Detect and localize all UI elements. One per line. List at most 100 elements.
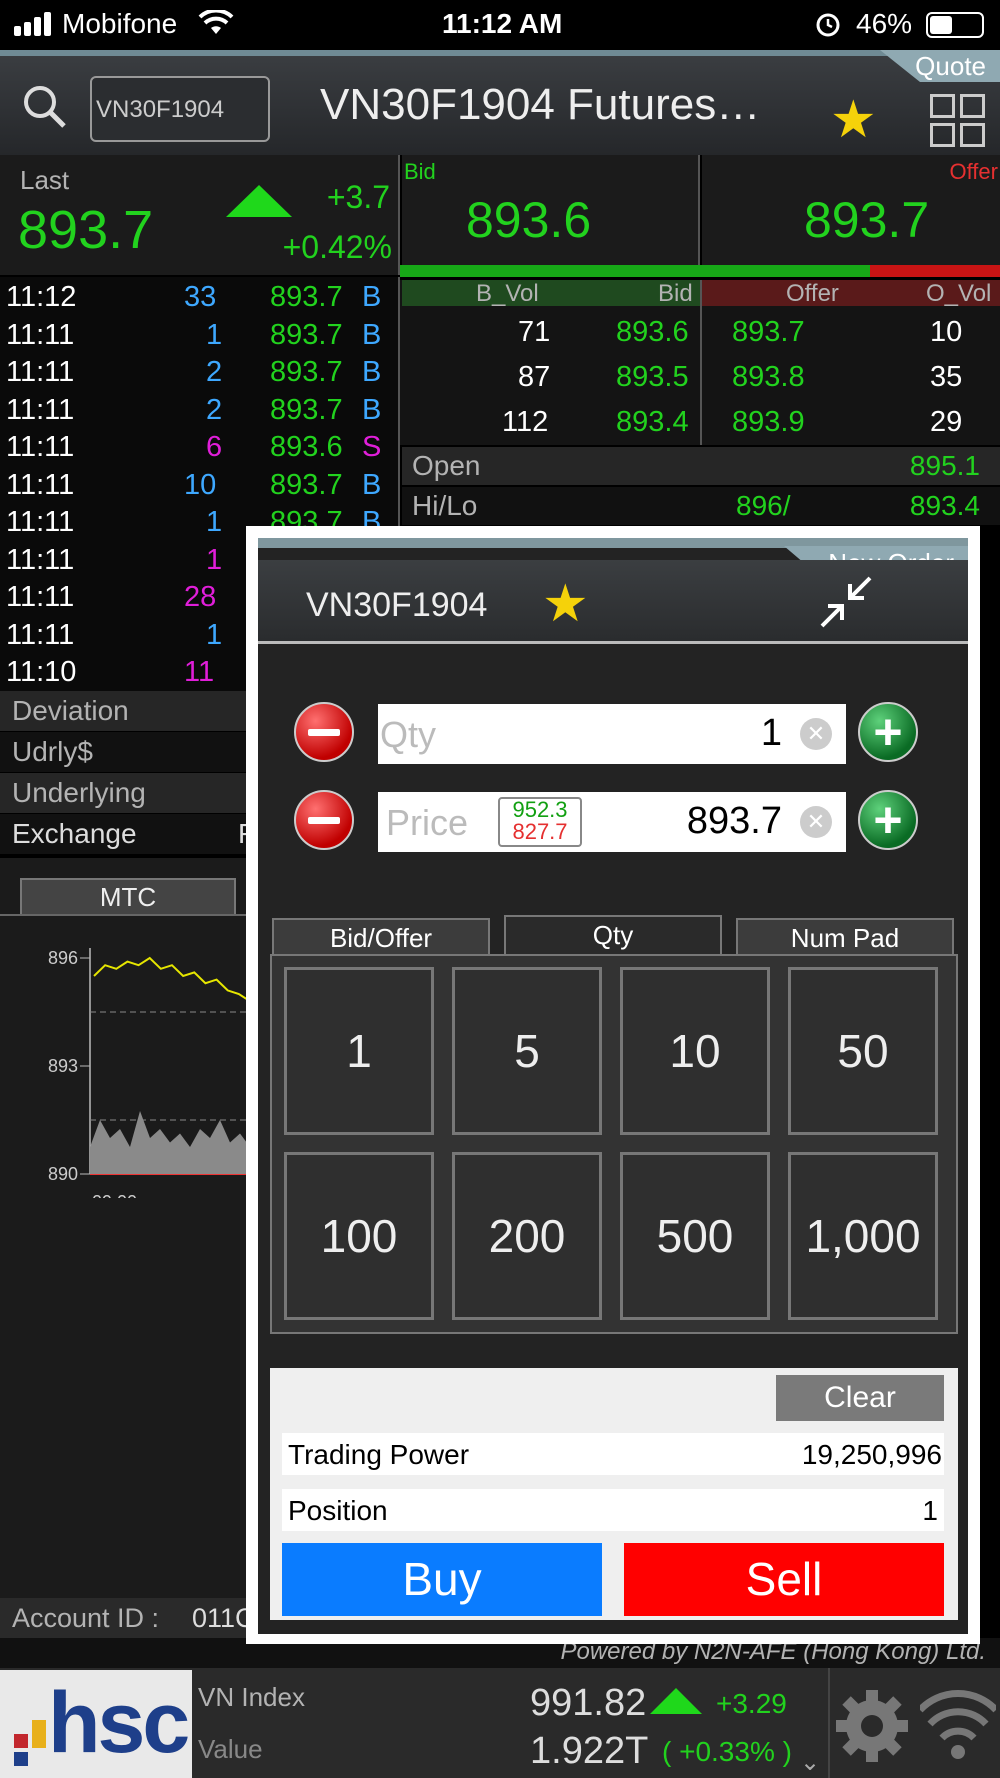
low-value: 893.4 [909,490,980,521]
qty-key-500[interactable]: 500 [620,1152,770,1320]
clear-button[interactable]: Clear [776,1375,944,1421]
qty-increment-button[interactable]: + [858,702,918,762]
collapse-icon[interactable] [818,574,874,630]
offer-pressure-bar [870,265,1000,277]
settings-gear-icon[interactable] [832,1686,912,1766]
index-turnover: 1.922T [530,1730,649,1772]
search-icon[interactable] [20,82,68,130]
up-arrow-icon [226,185,292,217]
sell-button[interactable]: Sell [624,1543,944,1616]
trade-row: 11:11 10 893.7 B [6,468,382,501]
account-row: Account ID : 011C [0,1598,260,1638]
exchange-label: Exchange [12,818,137,849]
depth-row[interactable]: 112 893.4 893.9 29 [400,406,1000,446]
qty-clear-icon[interactable]: ✕ [800,718,832,750]
wifi-icon [198,10,234,34]
hilo-row: Hi/Lo 896/ 893.4 [402,487,1000,525]
price-value: 893.7 [686,800,782,842]
qty-key-1[interactable]: 1 [284,967,434,1135]
clock: 11:12 AM [442,8,563,39]
bottom-bar: hsc VN Index Value 991.82 +3.29 1.922T (… [0,1668,1000,1778]
trade-row: 11:11 1 893.7 B [6,318,382,351]
floor-price: 827.7 [512,819,568,844]
trade-row: 11:11 6 893.6 S [6,431,382,463]
last-change-pct: +0.42% [282,229,392,265]
position-row: Position 1 [282,1489,944,1531]
index-change: +3.29 [716,1688,787,1719]
depth-header-ovol: O_Vol [926,280,992,307]
intraday-chart: 896 893 890 09:00 [48,948,260,1198]
buy-button[interactable]: Buy [282,1543,602,1616]
y-tick-label: 896 [48,948,78,968]
bid-label: Bid [404,159,436,184]
price-clear-icon[interactable]: ✕ [800,806,832,838]
depth-header-bvol: B_Vol [476,280,539,307]
ceiling-price: 952.3 [512,797,568,822]
trading-power-value: 19,250,996 [801,1439,942,1470]
qty-key-100[interactable]: 100 [284,1152,434,1320]
depth-row[interactable]: 71 893.6 893.7 10 [400,316,1000,356]
price-input[interactable]: Price 952.3 827.7 893.7 ✕ [378,792,846,852]
price-placeholder: Price [386,802,469,843]
udrly-label: Udrly$ [12,736,93,767]
qty-key-5[interactable]: 5 [452,967,602,1135]
hsc-logo[interactable]: hsc [0,1670,192,1778]
tab-bid-offer[interactable]: Bid/Offer [272,918,490,954]
depth-row[interactable]: 87 893.5 893.8 35 [400,361,1000,401]
tab-num-pad[interactable]: Num Pad [736,918,954,954]
market-depth: B_Vol Bid Offer O_Vol 71 893.6 893.7 10 87 8… [400,280,1000,445]
qty-key-200[interactable]: 200 [452,1152,602,1320]
order-header: VN30F1904 ★ [258,560,968,644]
grid-view-icon[interactable] [930,94,988,150]
qty-input[interactable]: Qty 1 ✕ [378,704,846,764]
trade-row: 11:11 2 893.7 B [6,393,382,426]
info-section: Deviation Udrly$ Underlying ExchangeF [0,691,260,855]
depth-header-offer: Offer [786,280,839,307]
quote-tag: Quote [880,50,1000,82]
carrier-name: Mobifone [62,8,178,39]
best-offer-panel[interactable]: Offer 893.7 [702,155,1000,265]
page-title: VN30F1904 Futures… [320,80,761,129]
trading-power-row: Trading Power 19,250,996 [282,1433,944,1475]
position-label: Position [288,1495,388,1526]
price-decrement-button[interactable] [294,790,354,850]
favorite-star-icon[interactable]: ★ [830,94,877,146]
qty-key-10[interactable]: 10 [620,967,770,1135]
quote-header: Quote VN30F1904 VN30F1904 Futures… ★ [0,50,1000,155]
chevron-down-icon[interactable]: ⌄ [800,1748,820,1777]
qty-key-1000[interactable]: 1,000 [788,1152,938,1320]
index-value: 991.82 [530,1682,647,1724]
position-value: 1 [922,1495,938,1526]
status-bar: Mobifone 11:12 AM 46% [0,0,1000,50]
qty-value: 1 [760,712,782,754]
alarm-icon [816,13,840,37]
index-up-icon [650,1688,702,1714]
battery-percent: 46% [856,8,913,39]
qty-key-50[interactable]: 50 [788,967,938,1135]
open-row: Open 895.1 [402,447,1000,485]
deviation-label: Deviation [12,695,129,726]
open-value: 895.1 [909,450,980,481]
connection-wifi-icon[interactable] [920,1688,996,1764]
y-tick-label: 890 [48,1164,78,1184]
depth-header-bid: Bid [658,280,693,307]
price-line [93,956,251,1003]
hilo-label: Hi/Lo [412,490,478,521]
symbol-search-input[interactable]: VN30F1904 [90,76,270,142]
tab-mtc[interactable]: MTC [20,878,236,914]
trade-row: 11:12 33 893.7 B [6,281,382,313]
underlying-label: Underlying [12,777,146,808]
tab-qty[interactable]: Qty [504,915,722,955]
trade-row: 11:11 2 893.7 B [6,356,382,388]
high-value: 896/ [736,490,791,521]
qty-decrement-button[interactable] [294,702,354,762]
y-tick-label: 893 [48,1056,78,1076]
index-name: VN Index [198,1682,305,1712]
order-favorite-star-icon[interactable]: ★ [542,578,589,630]
last-label: Last [20,165,70,195]
price-limits: 952.3 827.7 [498,797,582,847]
battery-icon [926,12,984,38]
best-bid-panel[interactable]: Bid 893.6 [402,155,700,265]
price-increment-button[interactable]: + [858,790,918,850]
best-offer-price: 893.7 [804,192,930,248]
